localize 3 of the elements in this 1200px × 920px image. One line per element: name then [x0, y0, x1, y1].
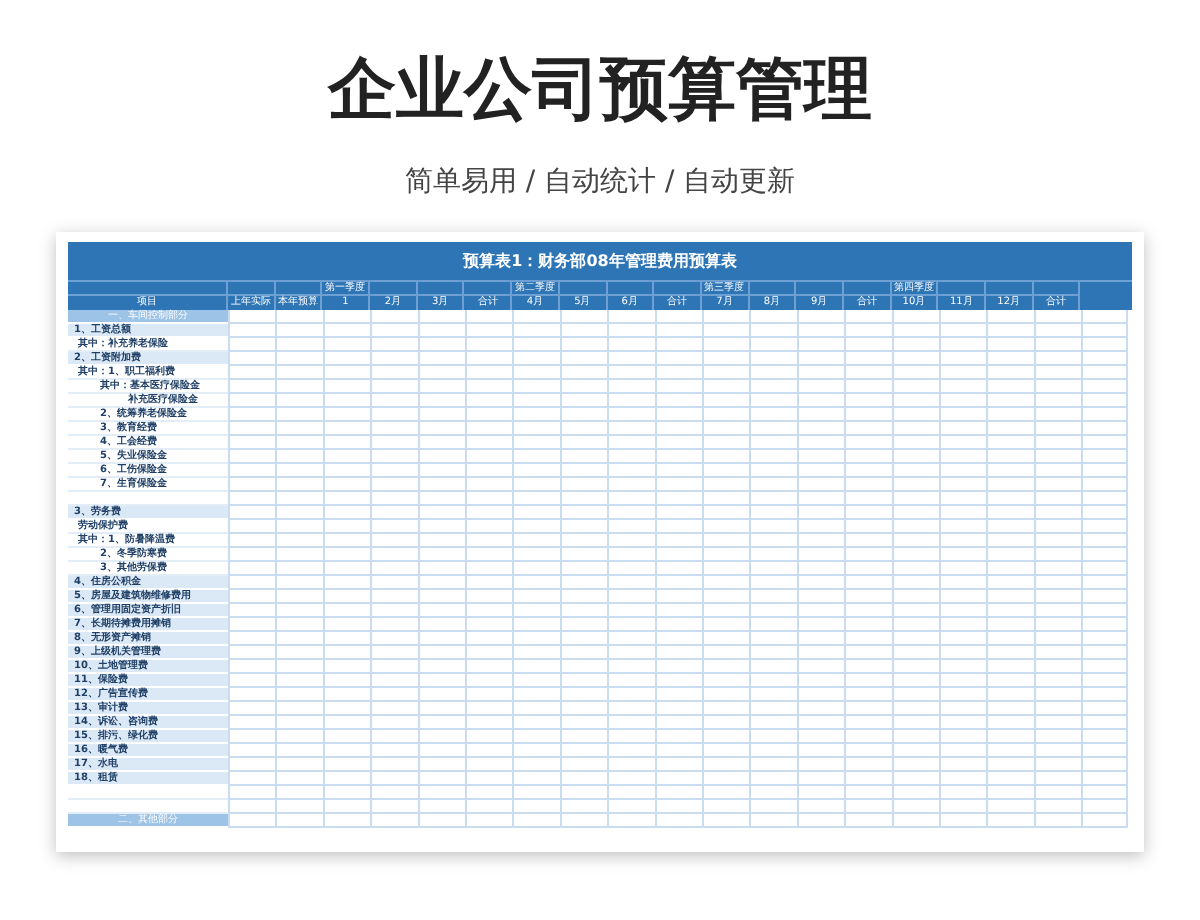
page-title: 企业公司预算管理 [328, 48, 872, 132]
table-title: 预算表1：财务部08年管理费用预算表 [68, 242, 1132, 280]
page-subtitle: 简单易用 / 自动统计 / 自动更新 [404, 164, 796, 200]
